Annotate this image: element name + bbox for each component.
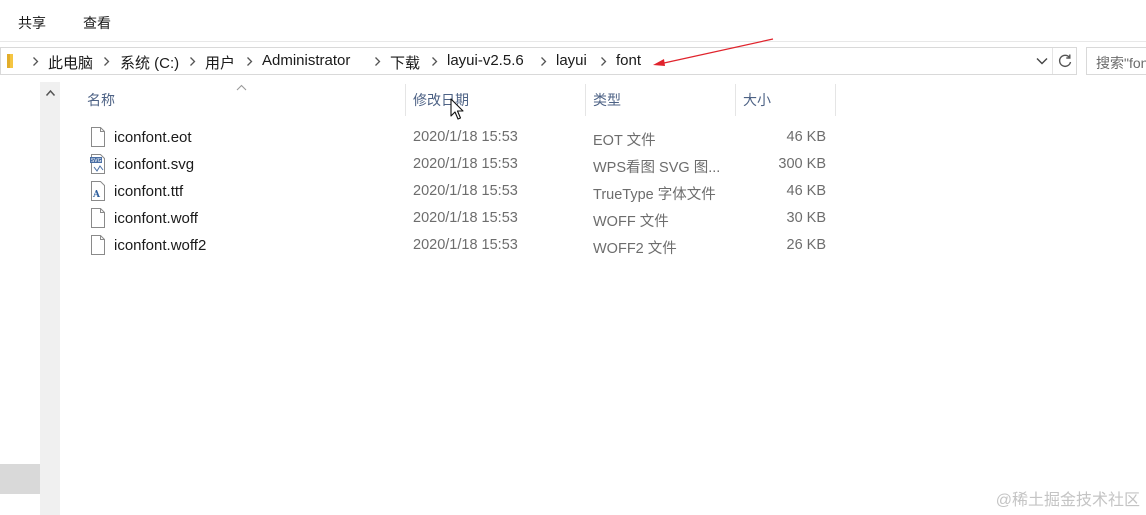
- breadcrumb-font[interactable]: font: [616, 52, 641, 69]
- vertical-scrollbar[interactable]: [40, 82, 60, 515]
- column-separator[interactable]: [835, 84, 836, 116]
- chevron-right-icon[interactable]: [539, 56, 548, 67]
- file-date-modified: 2020/1/18 15:53: [413, 210, 518, 226]
- file-date-modified: 2020/1/18 15:53: [413, 129, 518, 145]
- file-name[interactable]: iconfont.ttf: [114, 183, 183, 200]
- file-name[interactable]: iconfont.woff2: [114, 237, 206, 254]
- file-row[interactable]: iconfont.eot 2020/1/18 15:53 EOT 文件 46 K…: [86, 125, 846, 152]
- annotation-arrow-icon: [653, 38, 774, 66]
- truetype-font-file-icon: A: [91, 181, 105, 201]
- column-separator[interactable]: [405, 84, 406, 116]
- column-header-size[interactable]: 大小: [743, 90, 771, 110]
- file-size: 46 KB: [786, 183, 827, 199]
- chevron-right-icon[interactable]: [188, 56, 197, 67]
- file-date-modified: 2020/1/18 15:53: [413, 156, 518, 172]
- column-header-name[interactable]: 名称: [87, 90, 115, 110]
- breadcrumb-administrator[interactable]: Administrator: [262, 52, 350, 69]
- file-type: WOFF 文件: [593, 214, 669, 230]
- breadcrumb-users[interactable]: 用户: [205, 52, 235, 73]
- file-size: 46 KB: [786, 129, 827, 145]
- address-bar-divider: [1052, 48, 1053, 74]
- navigation-pane[interactable]: [0, 82, 40, 515]
- file-row[interactable]: SVG iconfont.svg 2020/1/18 15:53 WPS看图 S…: [86, 152, 846, 179]
- file-name[interactable]: iconfont.svg: [114, 156, 194, 173]
- search-input[interactable]: 搜索"font": [1086, 47, 1146, 75]
- chevron-right-icon[interactable]: [31, 56, 40, 67]
- svg-text:SVG: SVG: [91, 158, 102, 164]
- file-size: 300 KB: [778, 156, 826, 172]
- file-size: 26 KB: [786, 237, 827, 253]
- ribbon-divider: [0, 41, 1146, 42]
- ribbon-tab-view[interactable]: 查看: [83, 13, 111, 33]
- file-type: WOFF2 文件: [593, 241, 677, 257]
- file-size: 30 KB: [786, 210, 827, 226]
- mouse-pointer-icon: [450, 98, 464, 120]
- file-type: EOT 文件: [593, 133, 656, 149]
- svg-image-file-icon: SVG: [90, 154, 105, 174]
- address-bar[interactable]: 此电脑 系统 (C:) 用户 Administrator 下载 layui-v2…: [0, 47, 1077, 75]
- file-name[interactable]: iconfont.eot: [114, 129, 192, 146]
- svg-text:A: A: [92, 190, 101, 200]
- column-separator[interactable]: [735, 84, 736, 116]
- watermark-text: @稀土掘金技术社区: [995, 492, 1140, 509]
- navigation-pane-selection[interactable]: [0, 464, 40, 494]
- sort-ascending-icon: [236, 84, 247, 91]
- ribbon-tab-share[interactable]: 共享: [18, 13, 46, 33]
- breadcrumb-layui[interactable]: layui: [556, 52, 587, 69]
- column-header-type[interactable]: 类型: [593, 90, 621, 110]
- breadcrumb-layui-version[interactable]: layui-v2.5.6: [447, 52, 524, 69]
- file-row[interactable]: A iconfont.ttf 2020/1/18 15:53 TrueType …: [86, 179, 846, 206]
- chevron-right-icon[interactable]: [599, 56, 608, 67]
- blank-file-icon: [91, 127, 105, 147]
- column-separator[interactable]: [585, 84, 586, 116]
- blank-file-icon: [91, 208, 105, 228]
- search-placeholder: 搜索"font": [1096, 55, 1146, 71]
- file-type: TrueType 字体文件: [593, 187, 716, 203]
- chevron-down-icon[interactable]: [1035, 55, 1049, 67]
- file-name[interactable]: iconfont.woff: [114, 210, 198, 227]
- file-row[interactable]: iconfont.woff2 2020/1/18 15:53 WOFF2 文件 …: [86, 233, 846, 260]
- breadcrumb-this-pc[interactable]: 此电脑: [48, 52, 93, 73]
- ribbon: 共享 查看: [0, 0, 1146, 42]
- chevron-right-icon[interactable]: [430, 56, 439, 67]
- chevron-right-icon[interactable]: [373, 56, 382, 67]
- file-row[interactable]: iconfont.woff 2020/1/18 15:53 WOFF 文件 30…: [86, 206, 846, 233]
- breadcrumb-system-c[interactable]: 系统 (C:): [120, 52, 179, 73]
- file-date-modified: 2020/1/18 15:53: [413, 237, 518, 253]
- refresh-icon[interactable]: [1057, 53, 1073, 69]
- file-type: WPS看图 SVG 图...: [593, 160, 721, 176]
- chevron-right-icon[interactable]: [102, 56, 111, 67]
- breadcrumb-downloads[interactable]: 下载: [390, 52, 420, 73]
- folder-icon: [7, 54, 13, 68]
- blank-file-icon: [91, 235, 105, 255]
- scroll-up-arrow-icon[interactable]: [45, 89, 56, 97]
- file-date-modified: 2020/1/18 15:53: [413, 183, 518, 199]
- chevron-right-icon[interactable]: [245, 56, 254, 67]
